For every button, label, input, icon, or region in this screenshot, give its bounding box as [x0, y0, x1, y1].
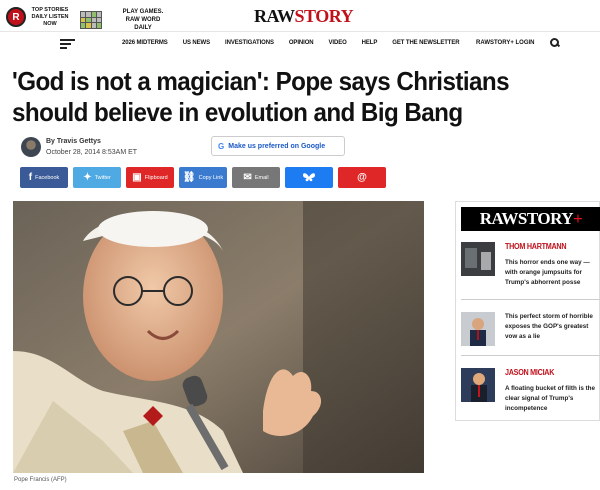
games-promo[interactable]: PLAY GAMES. RAW WORD DAILY [80, 8, 166, 32]
story-author[interactable]: THOM HARTMANN [505, 242, 591, 251]
main-nav: 2026 MIDTERMS US NEWS INVESTIGATIONS OPI… [0, 33, 600, 53]
site-logo[interactable]: RAWSTORY [254, 6, 354, 27]
menu-icon[interactable] [60, 39, 75, 51]
story-text: This perfect storm of horrible exposes t… [505, 312, 600, 342]
facebook-label: Facebook [35, 174, 60, 181]
podcast-icon: R [6, 7, 26, 27]
top-stories-promo[interactable]: R TOP STORIES DAILY LISTEN NOW [6, 6, 70, 28]
envelope-icon: ✉ [243, 172, 252, 183]
author-avatar [21, 137, 41, 157]
story-title[interactable]: A floating bucket of filth is the clear … [505, 384, 600, 414]
story-title[interactable]: This horror ends one way — with orange j… [505, 258, 600, 288]
publish-date: October 28, 2014 8:53AM ET [46, 149, 138, 156]
nav-item-newsletter[interactable]: GET THE NEWSLETTER [392, 40, 459, 46]
email-label: Email [254, 174, 269, 181]
bluesky-share-button[interactable] [285, 167, 333, 188]
story-thumbnail [461, 312, 495, 346]
word-game-icon [80, 11, 102, 29]
link-icon: ⛓ [182, 172, 196, 183]
sidebar-divider [461, 299, 600, 300]
top-promo-bar: R TOP STORIES DAILY LISTEN NOW PLAY GAME… [0, 0, 600, 32]
pope-photo [13, 201, 424, 473]
copy-link-label: Copy Link [198, 174, 224, 181]
threads-share-button[interactable]: @ [338, 167, 386, 188]
threads-icon: @ [357, 172, 367, 183]
share-bar: f Facebook ✦ Twitter ▣ Flipboard ⛓ Copy … [20, 167, 391, 188]
nav-links: 2026 MIDTERMS US NEWS INVESTIGATIONS OPI… [122, 40, 474, 46]
twitter-share-button[interactable]: ✦ Twitter [73, 167, 121, 188]
nav-item-midterms[interactable]: 2026 MIDTERMS [122, 40, 168, 46]
story-text: JASON MICIAK A floating bucket of filth … [505, 368, 600, 414]
sidebar-story[interactable]: THOM HARTMANN This horror ends one way —… [461, 242, 600, 290]
copy-link-button[interactable]: ⛓ Copy Link [179, 167, 227, 188]
story-text: THOM HARTMANN This horror ends one way —… [505, 242, 600, 288]
sidebar-story[interactable]: This perfect storm of horrible exposes t… [461, 312, 600, 348]
nav-item-opinion[interactable]: OPINION [289, 40, 314, 46]
google-preferred-label: Make us preferred on Google [228, 142, 326, 150]
login-link[interactable]: RAWSTORY+ LOGIN [476, 40, 535, 46]
facebook-share-button[interactable]: f Facebook [20, 167, 68, 188]
image-caption: Pope Francis (AFP) [14, 477, 67, 483]
story-thumbnail [461, 368, 495, 402]
top-stories-label: TOP STORIES DAILY LISTEN NOW [31, 6, 69, 27]
rawstory-plus-logo[interactable]: RAWSTORY + [461, 207, 600, 231]
rawstory-plus-sidebar: RAWSTORY + THOM HARTMANN This horror ends… [455, 201, 600, 421]
google-preferred-button[interactable]: G Make us preferred on Google [211, 136, 345, 156]
email-share-button[interactable]: ✉ Email [232, 167, 280, 188]
facebook-icon: f [28, 172, 33, 183]
story-thumbnail [461, 242, 495, 276]
logo-part-raw: RAW [254, 6, 295, 26]
google-icon: G [218, 141, 225, 151]
byline: By Travis Gettys October 28, 2014 8:53AM… [46, 138, 137, 156]
search-icon[interactable] [550, 38, 559, 47]
sidebar-story[interactable]: JASON MICIAK A floating bucket of filth … [461, 368, 600, 416]
bluesky-icon [303, 172, 315, 181]
article-headline: 'God is not a magician': Pope says Chris… [12, 66, 510, 127]
article-hero-image [13, 201, 424, 473]
nav-item-us-news[interactable]: US NEWS [183, 40, 210, 46]
flipboard-label: Flipboard [144, 174, 168, 181]
twitter-label: Twitter [94, 174, 111, 181]
twitter-icon: ✦ [83, 172, 92, 183]
sidebar-divider [461, 355, 600, 356]
flipboard-icon: ▣ [132, 172, 142, 183]
nav-item-help[interactable]: HELP [362, 40, 378, 46]
story-author[interactable]: JASON MICIAK [505, 368, 591, 377]
sidebar-logo-plus: + [573, 209, 583, 228]
games-label: PLAY GAMES. RAW WORD DAILY [122, 9, 164, 31]
sidebar-logo-text: RAWSTORY [479, 209, 574, 228]
nav-item-video[interactable]: VIDEO [329, 40, 347, 46]
nav-item-investigations[interactable]: INVESTIGATIONS [225, 40, 274, 46]
author-name[interactable]: By Travis Gettys [46, 138, 137, 145]
story-title[interactable]: This perfect storm of horrible exposes t… [505, 312, 600, 342]
logo-part-story: STORY [294, 6, 354, 26]
flipboard-share-button[interactable]: ▣ Flipboard [126, 167, 174, 188]
